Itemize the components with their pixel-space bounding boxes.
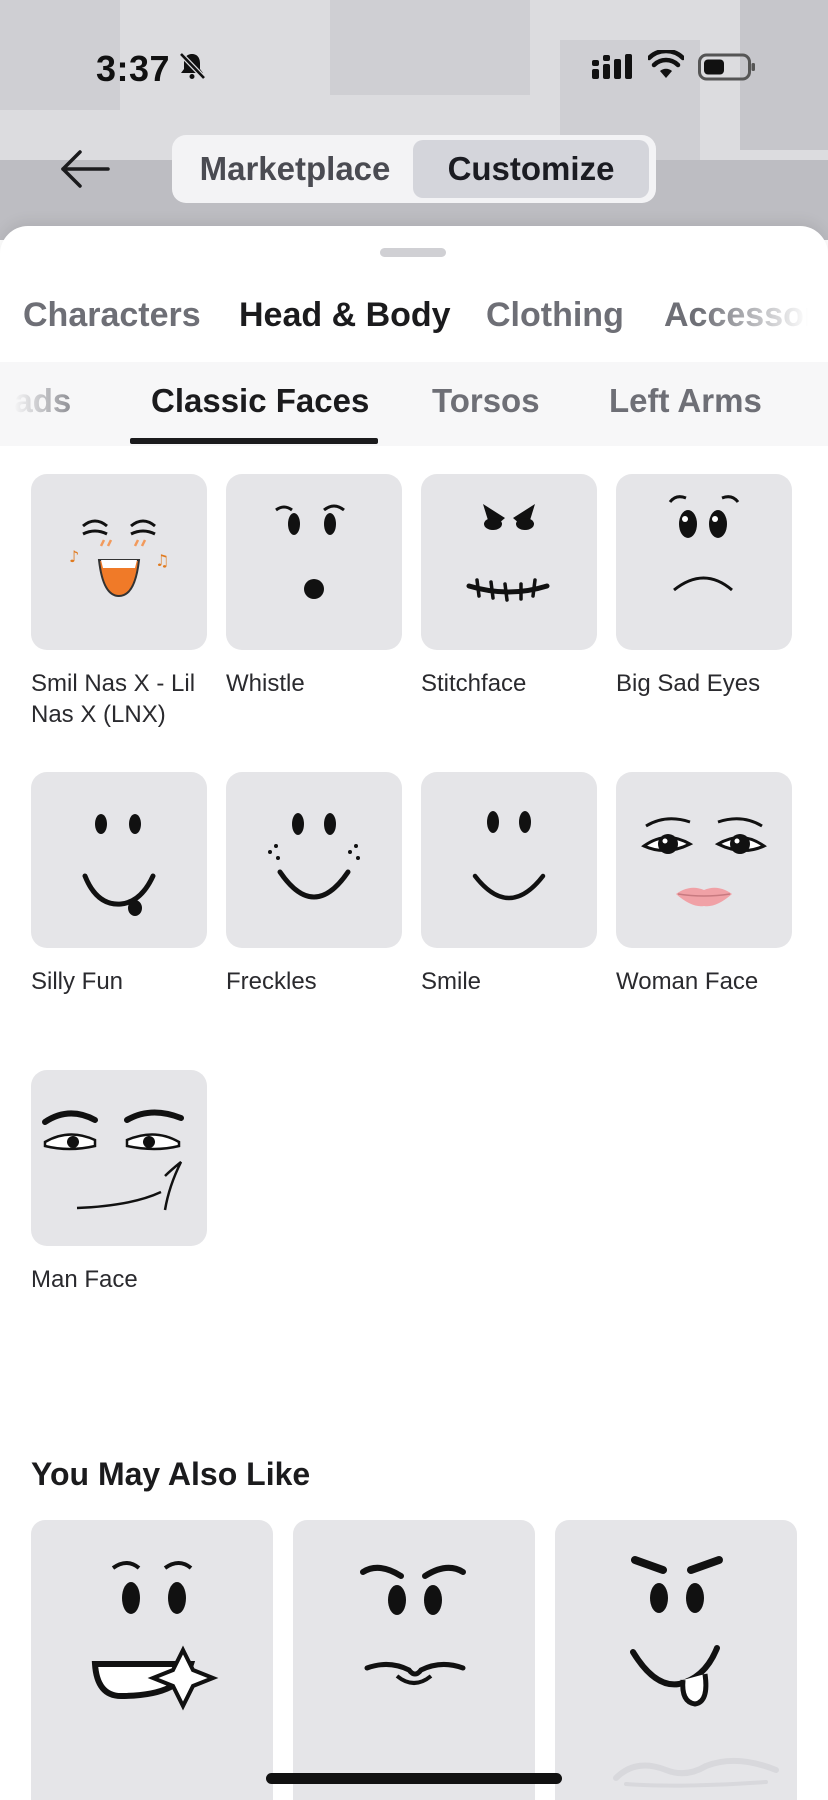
subtab-torsos[interactable]: Torsos	[432, 382, 540, 420]
customize-sheet: Characters Head & Body Clothing Accessor…	[0, 226, 828, 1800]
cellular-signal-icon	[592, 54, 632, 79]
face-name: Freckles	[226, 968, 317, 995]
face-item[interactable]: Big Sad Eyes	[616, 474, 792, 699]
freckles-face-icon	[226, 772, 402, 948]
recommendation-item[interactable]	[31, 1520, 273, 1800]
subtab-left-arms[interactable]: Left Arms	[609, 382, 762, 420]
lil-nas-x-face-icon: ♪ ♫	[31, 474, 207, 650]
mustache-face-icon	[360, 1564, 466, 1685]
tab-clothing[interactable]: Clothing	[486, 296, 624, 335]
big-sad-eyes-face-icon	[616, 474, 792, 650]
view-segmented-control: Marketplace Customize	[172, 135, 656, 203]
face-name: Man Face	[31, 1266, 138, 1293]
status-bar: 3:37	[0, 44, 828, 89]
whistle-face-icon	[226, 474, 402, 650]
subtabs-fade-overlay	[0, 362, 90, 446]
tab-head-body[interactable]: Head & Body	[239, 296, 451, 335]
woman-face-icon	[616, 772, 792, 948]
grin-face-icon	[91, 1561, 219, 1711]
stitchface-icon	[421, 474, 597, 650]
home-indicator[interactable]	[266, 1773, 562, 1784]
wifi-icon	[648, 50, 684, 78]
face-name: Big Sad Eyes	[616, 670, 761, 697]
background-scene	[0, 0, 828, 240]
bell-slash-icon	[179, 52, 206, 80]
category-tabs: Characters Head & Body Clothing Accessor…	[0, 296, 828, 352]
smile-face-icon	[421, 772, 597, 948]
back-arrow-icon[interactable]	[58, 146, 112, 192]
face-item[interactable]: Man Face	[31, 1070, 207, 1295]
face-item[interactable]: ♪ ♫ Smil Nas X - Lil Nas X (LNX)	[31, 474, 207, 730]
silly-fun-face-icon	[31, 772, 207, 948]
segment-customize[interactable]: Customize	[413, 140, 649, 198]
svg-text:♪: ♪	[69, 547, 79, 566]
subcategory-tabs: eads Classic Faces Torsos Left Arms	[0, 362, 828, 446]
face-name: Woman Face	[616, 968, 759, 995]
segment-marketplace[interactable]: Marketplace	[177, 140, 413, 198]
face-item[interactable]: Silly Fun	[31, 772, 207, 997]
face-name: Stitchface	[421, 670, 527, 697]
section-title: You May Also Like	[31, 1456, 311, 1492]
tab-characters[interactable]: Characters	[23, 296, 201, 335]
face-name: Silly Fun	[31, 968, 124, 995]
battery-icon	[698, 53, 755, 81]
face-name: Smile	[421, 968, 482, 995]
svg-text:♫: ♫	[155, 551, 169, 570]
subtab-classic-faces[interactable]: Classic Faces	[151, 382, 369, 420]
watermark-logo	[613, 1757, 779, 1788]
face-name: Whistle	[226, 670, 305, 697]
face-item[interactable]: Smile	[421, 772, 597, 997]
status-time: 3:37	[96, 48, 171, 89]
face-item[interactable]: Whistle	[226, 474, 402, 699]
tongue-face-icon	[630, 1556, 723, 1707]
face-item[interactable]: Freckles	[226, 772, 402, 997]
tabs-fade-overlay	[698, 296, 828, 352]
man-face-icon	[31, 1070, 207, 1246]
selected-subtab-indicator	[130, 438, 378, 444]
face-item[interactable]: Stitchface	[421, 474, 597, 699]
face-item[interactable]: Woman Face	[616, 772, 792, 997]
sheet-grabber[interactable]	[380, 248, 446, 257]
recommendation-item[interactable]	[293, 1520, 535, 1800]
face-name: Smil Nas X - Lil Nas X (LNX)	[31, 670, 196, 728]
